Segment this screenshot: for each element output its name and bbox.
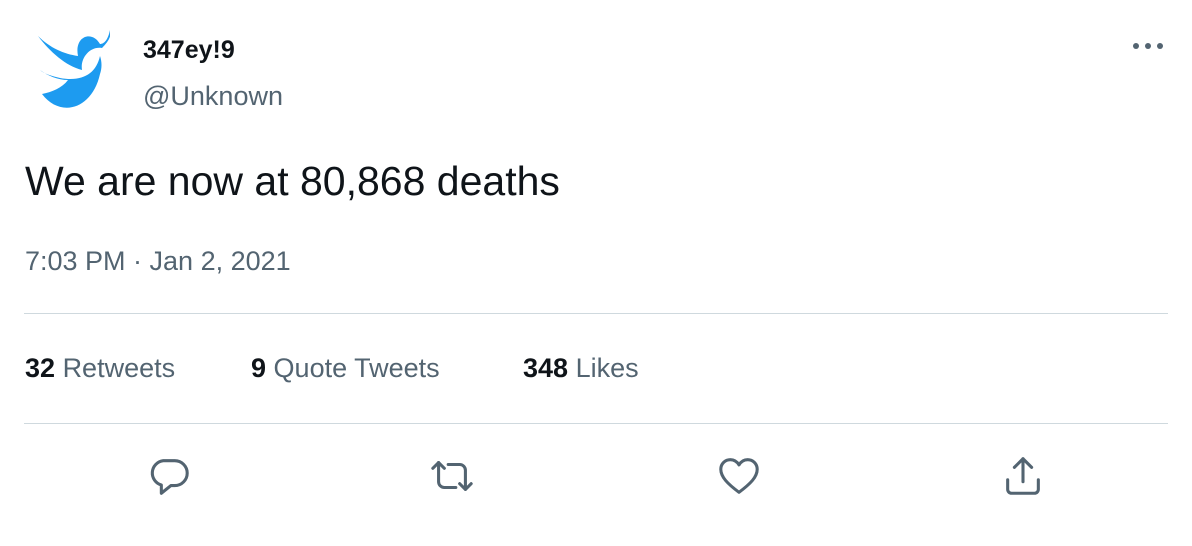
- share-icon[interactable]: [1000, 453, 1046, 499]
- divider: [24, 313, 1168, 314]
- retweets-label: Retweets: [62, 353, 176, 383]
- retweets-stat[interactable]: 32 Retweets: [25, 353, 175, 384]
- likes-label: Likes: [575, 353, 639, 383]
- tweet-text: We are now at 80,868 deaths: [25, 158, 560, 204]
- quotes-count: 9: [251, 353, 267, 383]
- twitter-bird-icon: [38, 30, 110, 108]
- quotes-label: Quote Tweets: [273, 353, 440, 383]
- more-icon[interactable]: [1128, 36, 1168, 56]
- display-name[interactable]: 347ey!9: [143, 36, 235, 65]
- likes-count: 348: [523, 353, 569, 383]
- retweet-icon[interactable]: [429, 453, 475, 499]
- tweet-timestamp[interactable]: 7:03 PM · Jan 2, 2021: [25, 246, 291, 277]
- retweets-count: 32: [25, 353, 56, 383]
- reply-icon[interactable]: [146, 453, 192, 499]
- like-icon[interactable]: [716, 453, 762, 499]
- user-handle[interactable]: @Unknown: [143, 81, 283, 112]
- divider: [24, 423, 1168, 424]
- likes-stat[interactable]: 348 Likes: [523, 353, 639, 384]
- quote-tweets-stat[interactable]: 9 Quote Tweets: [251, 353, 440, 384]
